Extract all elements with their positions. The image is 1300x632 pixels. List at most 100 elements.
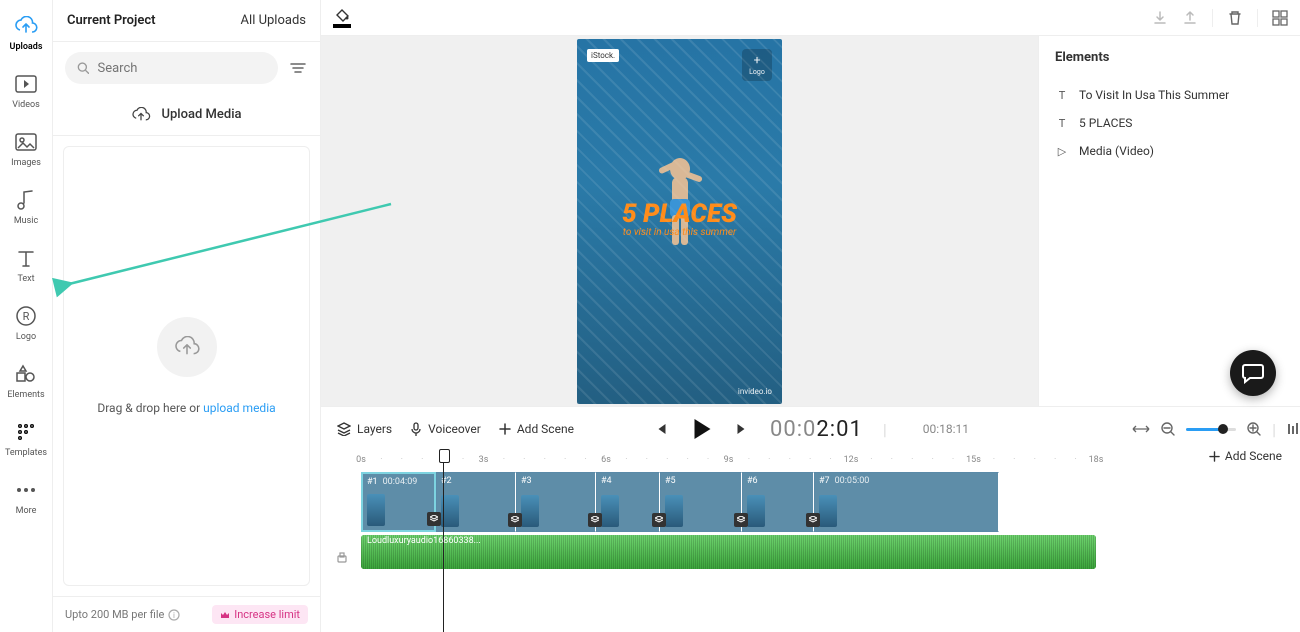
top-toolbar	[321, 0, 1300, 36]
clip-thumbnail	[819, 495, 837, 527]
text-element-icon: T	[1055, 89, 1069, 102]
cloud-upload-icon	[14, 14, 38, 38]
clip-thumbnail	[665, 495, 683, 527]
timeline-clip[interactable]: #2	[436, 472, 516, 532]
timeline-clip[interactable]: #4	[596, 472, 660, 532]
cloud-upload-icon	[157, 317, 217, 377]
element-row-text-2[interactable]: T5 PLACES	[1055, 109, 1284, 137]
timeline-clip[interactable]: #700:05:00	[814, 472, 999, 532]
tab-all-uploads[interactable]: All Uploads	[241, 13, 306, 28]
swimmer-figure	[650, 149, 710, 269]
add-scene-button-2[interactable]: Add Scene	[1199, 449, 1282, 463]
brand-watermark: invideo.io	[738, 387, 772, 396]
ruler-tick: 15s	[966, 455, 981, 465]
nav-videos[interactable]: Videos	[0, 68, 53, 114]
voiceover-button[interactable]: Voiceover	[410, 422, 481, 436]
clip-transition-icon[interactable]	[588, 513, 602, 527]
text-element-icon: T	[1055, 117, 1069, 130]
shapes-icon	[14, 362, 38, 386]
upload-media-link[interactable]: upload media	[203, 401, 276, 415]
tab-current-project[interactable]: Current Project	[67, 13, 156, 28]
video-preview[interactable]: iStock. + Logo 5 PLACES to visit in usa …	[577, 39, 782, 404]
crown-icon	[220, 611, 230, 619]
timeline-clip[interactable]: #3	[516, 472, 596, 532]
ruler-tick: 3s	[479, 455, 489, 465]
plus-icon	[1209, 451, 1220, 462]
left-nav: Uploads Videos Images Music Text R Logo …	[0, 0, 53, 632]
templates-icon	[14, 420, 38, 444]
paint-bucket-icon	[334, 8, 350, 22]
total-duration: 00:18:11	[923, 422, 969, 436]
elements-header: Elements	[1055, 50, 1284, 65]
element-row-text-1[interactable]: TTo Visit In Usa This Summer	[1055, 81, 1284, 109]
clip-thumbnail	[601, 495, 619, 527]
clip-transition-icon[interactable]	[734, 513, 748, 527]
nav-elements[interactable]: Elements	[0, 358, 53, 404]
timeline-ruler[interactable]: 0s·····3s·····6s·····9s·····12s·····15s·…	[361, 451, 1282, 469]
annotation-arrow	[61, 194, 401, 294]
title-text-1[interactable]: 5 PLACES	[577, 199, 782, 229]
nav-logo[interactable]: R Logo	[0, 300, 53, 346]
fill-tool[interactable]	[333, 8, 351, 28]
increase-limit-button[interactable]: Increase limit	[212, 605, 308, 624]
stock-watermark: iStock.	[587, 49, 619, 62]
title-text-2[interactable]: to visit in usa this summer	[577, 227, 782, 238]
nav-uploads[interactable]: Uploads	[0, 10, 53, 56]
ruler-tick: 18s	[1089, 455, 1104, 465]
clip-thumbnail	[367, 494, 385, 526]
clip-transition-icon[interactable]	[652, 513, 666, 527]
zoom-out-icon[interactable]	[1160, 421, 1176, 437]
export-icon[interactable]	[1182, 10, 1198, 26]
cloud-upload-icon	[131, 107, 151, 123]
layers-button[interactable]: Layers	[337, 422, 392, 436]
filter-button[interactable]	[288, 58, 308, 78]
clip-transition-icon[interactable]	[427, 512, 441, 526]
logo-r-icon: R	[14, 304, 38, 328]
download-icon[interactable]	[1152, 10, 1168, 26]
audio-track-icon	[335, 551, 349, 565]
clips-track: #100:04:09#2#3#4#5#6#700:05:00	[361, 472, 1096, 532]
chat-icon	[1241, 362, 1265, 384]
search-input-wrapper[interactable]	[65, 52, 278, 84]
nav-more[interactable]: More	[0, 474, 53, 520]
ruler-tick: 12s	[844, 455, 859, 465]
chat-button[interactable]	[1230, 350, 1276, 396]
ruler-tick: 0s	[356, 455, 366, 465]
zoom-in-icon[interactable]	[1246, 421, 1262, 437]
info-icon: i	[168, 609, 180, 621]
more-icon	[14, 478, 38, 502]
fit-width-icon[interactable]	[1132, 423, 1150, 435]
layers-icon	[337, 422, 351, 436]
svg-text:R: R	[23, 310, 30, 323]
music-icon	[14, 188, 38, 212]
grid-icon[interactable]	[1272, 10, 1288, 26]
upload-media-button[interactable]: Upload Media	[53, 94, 320, 136]
search-input[interactable]	[97, 61, 266, 76]
current-timecode: 00:02:01	[770, 417, 863, 442]
nav-templates[interactable]: Templates	[0, 416, 53, 462]
nav-images[interactable]: Images	[0, 126, 53, 172]
timeline-clip[interactable]: #100:04:09	[361, 472, 436, 532]
next-button[interactable]	[734, 421, 750, 437]
nav-music[interactable]: Music	[0, 184, 53, 230]
play-element-icon: ▷	[1055, 145, 1069, 158]
add-scene-button[interactable]: Add Scene	[499, 422, 574, 436]
clip-transition-icon[interactable]	[508, 513, 522, 527]
zoom-slider[interactable]	[1186, 428, 1236, 431]
add-logo-button[interactable]: + Logo	[742, 49, 772, 81]
prev-button[interactable]	[652, 421, 668, 437]
svg-text:i: i	[173, 611, 175, 620]
play-button[interactable]	[688, 416, 714, 442]
uploads-panel: Current Project All Uploads Upload Media…	[53, 0, 321, 632]
text-icon	[14, 246, 38, 270]
timeline-clip[interactable]: #6	[742, 472, 814, 532]
timeline-settings-icon[interactable]	[1286, 422, 1300, 436]
timeline-clip[interactable]: #5	[660, 472, 742, 532]
element-row-media[interactable]: ▷Media (Video)	[1055, 137, 1284, 165]
main-area: iStock. + Logo 5 PLACES to visit in usa …	[321, 0, 1300, 632]
nav-text[interactable]: Text	[0, 242, 53, 288]
clip-transition-icon[interactable]	[806, 513, 820, 527]
trash-icon[interactable]	[1227, 10, 1243, 26]
audio-clip[interactable]: Loudluxuryaudio16860338...	[361, 535, 1096, 569]
clip-thumbnail	[521, 495, 539, 527]
